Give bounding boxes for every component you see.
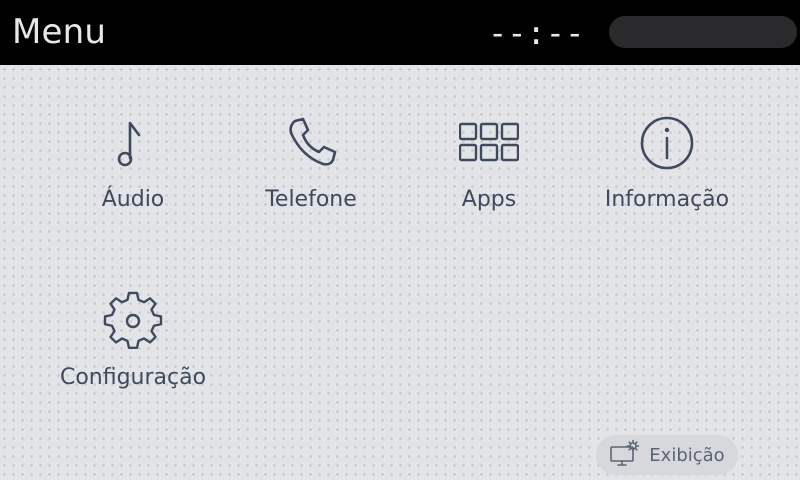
apps-grid-icon: [457, 111, 521, 175]
info-icon: [635, 111, 699, 175]
menu-item-label: Áudio: [101, 187, 165, 212]
display-button[interactable]: Exibição: [596, 435, 738, 475]
menu-item-label: Telefone: [265, 187, 357, 212]
page-title: Menu: [12, 12, 107, 52]
menu-item-audio[interactable]: Áudio: [48, 65, 218, 225]
menu-item-apps[interactable]: Apps: [404, 65, 574, 225]
clock: --:--: [488, 14, 585, 52]
display-settings-icon: [609, 439, 641, 471]
display-button-label: Exibição: [649, 444, 725, 466]
menu-item-phone[interactable]: Telefone: [226, 65, 396, 225]
menu-item-label: Informação: [604, 187, 730, 212]
menu-item-information[interactable]: Informação: [582, 65, 752, 225]
music-note-icon: [101, 111, 165, 175]
phone-icon: [279, 111, 343, 175]
status-pill: [609, 16, 797, 48]
top-bar: Menu --:--: [0, 0, 800, 65]
gear-icon: [101, 289, 165, 353]
menu-item-settings[interactable]: Configuração: [48, 243, 218, 403]
menu-grid: Áudio Telefone Apps Informação Configura…: [0, 65, 800, 480]
menu-item-label: Apps: [461, 187, 517, 212]
menu-item-label: Configuração: [59, 365, 207, 390]
